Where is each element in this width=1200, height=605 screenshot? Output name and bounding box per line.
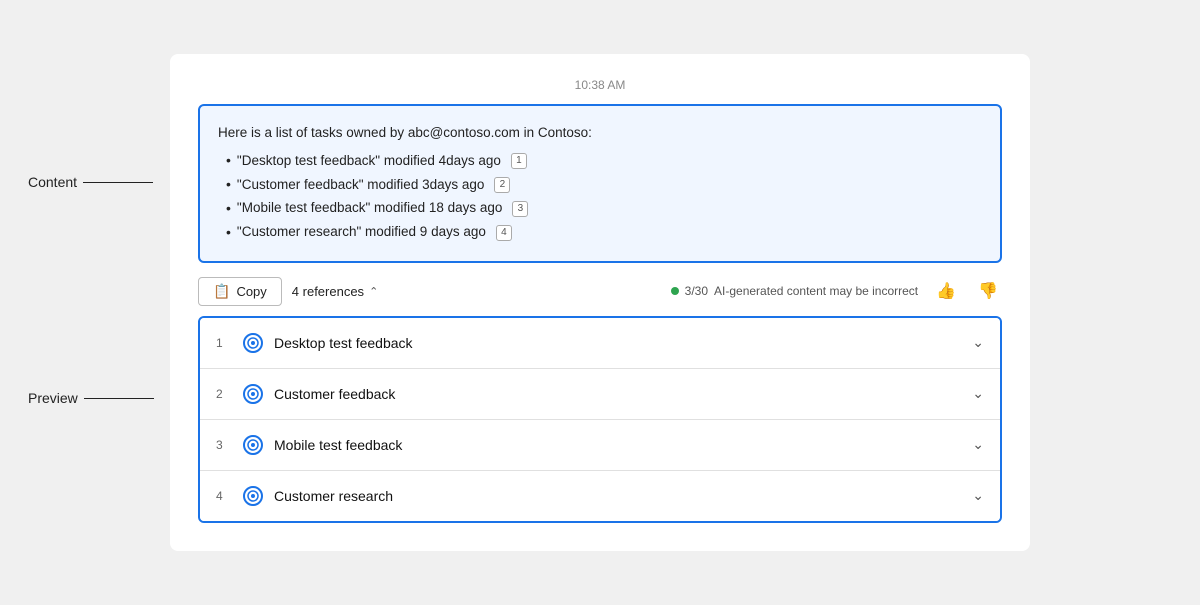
outer-container: Content Preview 10:38 AM Here is a list … bbox=[0, 0, 1200, 605]
ref-badge-2: 2 bbox=[494, 177, 510, 193]
thumbs-down-button[interactable]: 👎 bbox=[974, 279, 1002, 303]
ref-badge-4: 4 bbox=[496, 225, 512, 241]
ref-badge-3: 3 bbox=[512, 201, 528, 217]
references-label: 4 references bbox=[292, 284, 364, 299]
ref-left-2: 2 Customer feedback bbox=[216, 383, 395, 405]
references-toggle[interactable]: 4 references ⌃ bbox=[292, 284, 378, 299]
ref-left-4: 4 Customer research bbox=[216, 485, 393, 507]
list-item: "Mobile test feedback" modified 18 days … bbox=[226, 197, 982, 221]
loop-icon-3 bbox=[242, 434, 264, 456]
task-list: "Desktop test feedback" modified 4days a… bbox=[218, 149, 982, 244]
chevron-down-icon-2: ⌄ bbox=[972, 385, 984, 402]
copy-label: Copy bbox=[236, 284, 266, 299]
references-panel: 1 Desktop test feedback ⌄ 2 bbox=[198, 316, 1002, 523]
ref-left-1: 1 Desktop test feedback bbox=[216, 332, 413, 354]
loop-icon-2 bbox=[242, 383, 264, 405]
ref-badge-1: 1 bbox=[511, 153, 527, 169]
message-intro: Here is a list of tasks owned by abc@con… bbox=[218, 122, 982, 145]
timestamp: 10:38 AM bbox=[198, 78, 1002, 92]
green-dot bbox=[671, 287, 679, 295]
content-label-line bbox=[83, 182, 153, 183]
chevron-down-icon-3: ⌄ bbox=[972, 436, 984, 453]
list-item-text: "Mobile test feedback" modified 18 days … bbox=[237, 197, 503, 220]
copy-button[interactable]: 📋 Copy bbox=[198, 277, 282, 306]
chevron-up-icon: ⌃ bbox=[369, 285, 378, 298]
ref-num-3: 3 bbox=[216, 438, 232, 452]
toolbar-left: 📋 Copy 4 references ⌃ bbox=[198, 277, 378, 306]
list-item-text: "Customer research" modified 9 days ago bbox=[237, 221, 486, 244]
loop-icon-1 bbox=[242, 332, 264, 354]
chevron-down-icon-1: ⌄ bbox=[972, 334, 984, 351]
loop-icon-4 bbox=[242, 485, 264, 507]
copy-icon: 📋 bbox=[213, 283, 230, 300]
status-counter: 3/30 bbox=[685, 284, 708, 298]
ref-title-2: Customer feedback bbox=[274, 386, 395, 402]
chevron-down-icon-4: ⌄ bbox=[972, 487, 984, 504]
preview-label-line bbox=[84, 398, 154, 399]
preview-label: Preview bbox=[28, 390, 78, 406]
list-item: "Customer research" modified 9 days ago … bbox=[226, 221, 982, 245]
content-label-group: Content bbox=[28, 174, 153, 190]
reference-item-4[interactable]: 4 Customer research ⌄ bbox=[200, 471, 1000, 521]
ref-num-2: 2 bbox=[216, 387, 232, 401]
list-item-text: "Desktop test feedback" modified 4days a… bbox=[237, 150, 501, 173]
reference-item-2[interactable]: 2 Customer feedback ⌄ bbox=[200, 369, 1000, 420]
chat-area: 10:38 AM Here is a list of tasks owned b… bbox=[170, 54, 1030, 550]
list-item: "Desktop test feedback" modified 4days a… bbox=[226, 149, 982, 173]
list-item-text: "Customer feedback" modified 3days ago bbox=[237, 174, 484, 197]
ref-num-1: 1 bbox=[216, 336, 232, 350]
thumbs-up-button[interactable]: 👍 bbox=[932, 279, 960, 303]
ref-num-4: 4 bbox=[216, 489, 232, 503]
toolbar-row: 📋 Copy 4 references ⌃ 3/30 AI-generated … bbox=[198, 277, 1002, 306]
content-label: Content bbox=[28, 174, 77, 190]
list-item: "Customer feedback" modified 3days ago 2 bbox=[226, 173, 982, 197]
toolbar-right: 3/30 AI-generated content may be incorre… bbox=[671, 279, 1002, 303]
status-text: AI-generated content may be incorrect bbox=[714, 284, 918, 298]
ref-left-3: 3 Mobile test feedback bbox=[216, 434, 402, 456]
ref-title-3: Mobile test feedback bbox=[274, 437, 402, 453]
ref-title-4: Customer research bbox=[274, 488, 393, 504]
message-bubble: Here is a list of tasks owned by abc@con… bbox=[198, 104, 1002, 262]
preview-label-group: Preview bbox=[28, 390, 154, 406]
reference-item-3[interactable]: 3 Mobile test feedback ⌄ bbox=[200, 420, 1000, 471]
status-row: 3/30 AI-generated content may be incorre… bbox=[671, 284, 918, 298]
reference-item-1[interactable]: 1 Desktop test feedback ⌄ bbox=[200, 318, 1000, 369]
ref-title-1: Desktop test feedback bbox=[274, 335, 413, 351]
